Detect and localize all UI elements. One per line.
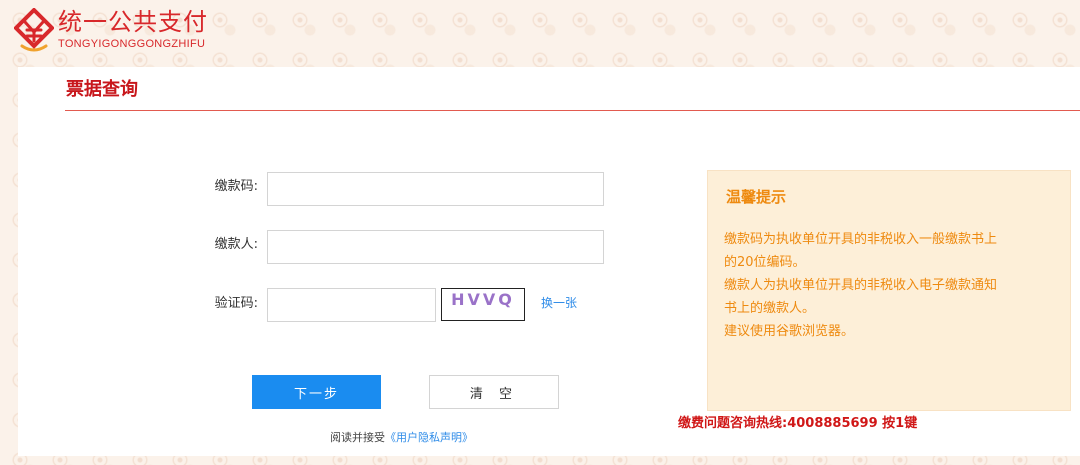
clear-button[interactable]: 清 空 <box>429 375 559 409</box>
payment-code-input[interactable] <box>267 172 604 206</box>
next-step-button[interactable]: 下一步 <box>252 375 381 409</box>
captcha-label: 验证码: <box>214 296 258 311</box>
privacy-agreement: 阅读并接受《用户隐私声明》 <box>330 431 473 445</box>
captcha-input[interactable] <box>267 288 436 322</box>
brand-name-pinyin: TONGYIGONGGONGZHIFU <box>58 38 206 50</box>
page-title: 票据查询 <box>66 79 138 100</box>
payer-input[interactable] <box>267 230 604 264</box>
main-panel: 票据查询 缴款码: 缴款人: 验证码: HVVQ 换一张 下一步 清 空 阅读并… <box>18 67 1080 456</box>
tips-line: 建议使用谷歌浏览器。 <box>724 324 855 339</box>
captcha-image[interactable]: HVVQ <box>441 288 525 321</box>
brand-name: 统一公共支付 <box>58 8 208 36</box>
title-divider <box>65 110 1080 111</box>
hotline-text: 缴费问题咨询热线:4008885699 按1键 <box>678 416 918 431</box>
payment-logo-icon <box>14 8 54 52</box>
privacy-statement-link[interactable]: 《用户隐私声明》 <box>385 431 473 444</box>
header: 统一公共支付 TONGYIGONGGONGZHIFU <box>0 0 1080 62</box>
tips-line: 缴款人为执收单位开具的非税收入电子缴款通知 <box>724 278 998 293</box>
captcha-refresh-link[interactable]: 换一张 <box>541 295 577 311</box>
tips-title: 温馨提示 <box>726 188 787 206</box>
tips-line: 缴款码为执收单位开具的非税收入一般缴款书上 <box>724 232 998 247</box>
captcha-text: HVVQ <box>451 290 515 309</box>
tips-line: 书上的缴款人。 <box>724 301 816 316</box>
payer-label: 缴款人: <box>214 237 258 252</box>
tips-line: 的20位编码。 <box>724 255 806 270</box>
payment-code-label: 缴款码: <box>214 179 258 194</box>
tips-body: 缴款码为执收单位开具的非税收入一般缴款书上 的20位编码。 缴款人为执收单位开具… <box>724 228 1054 343</box>
agreement-prefix: 阅读并接受 <box>330 431 385 444</box>
tips-box: 温馨提示 缴款码为执收单位开具的非税收入一般缴款书上 的20位编码。 缴款人为执… <box>707 170 1071 411</box>
